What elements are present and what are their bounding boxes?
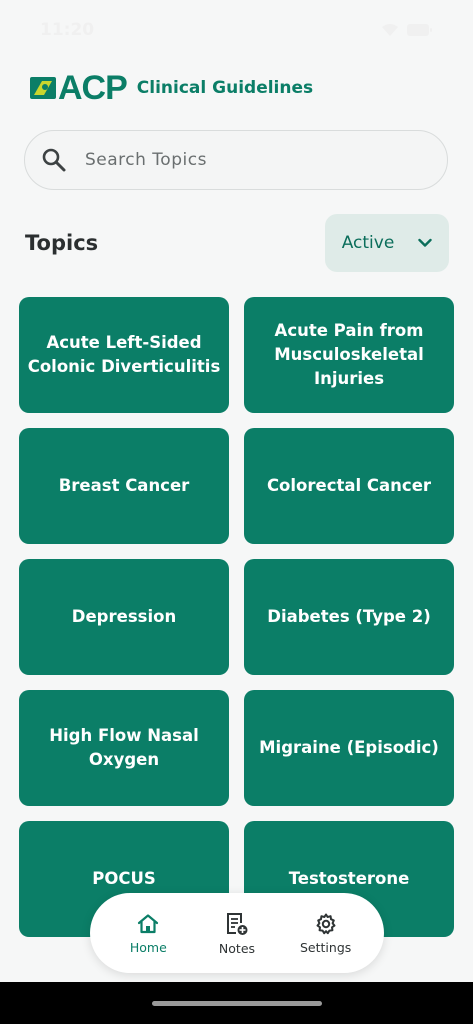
topic-card[interactable]: High Flow Nasal Oxygen [19, 690, 229, 806]
status-time: 11:20 [40, 20, 95, 40]
status-bar: 11:20 [0, 0, 473, 60]
acp-logo-text: ACP [58, 69, 128, 107]
nav-settings[interactable]: Settings [286, 912, 366, 955]
notes-add-icon [226, 912, 248, 935]
chevron-down-icon [418, 238, 432, 247]
topic-card[interactable]: Acute Left-Sided Colonic Diverticulitis [19, 297, 229, 413]
brand-header: ACP Clinical Guidelines [30, 69, 314, 107]
topic-card[interactable]: Migraine (Episodic) [244, 690, 454, 806]
topic-card-label: Diabetes (Type 2) [267, 607, 431, 626]
topic-card[interactable]: Colorectal Cancer [244, 428, 454, 544]
topic-card[interactable]: Depression [19, 559, 229, 675]
topic-card[interactable]: Acute Pain from Musculoskeletal Injuries [244, 297, 454, 413]
status-icons [381, 23, 433, 37]
battery-icon [407, 24, 432, 36]
topic-card[interactable]: Breast Cancer [19, 428, 229, 544]
system-nav-bar [0, 982, 473, 1024]
nav-notes[interactable]: Notes [197, 911, 277, 956]
app-subtitle: Clinical Guidelines [136, 78, 314, 98]
topic-card-label: POCUS [92, 869, 156, 888]
search-icon [42, 148, 66, 172]
bottom-nav: Home Notes Settings [90, 893, 384, 973]
topic-card-label: Acute Pain from Musculoskeletal Injuries [274, 321, 424, 388]
gear-icon [316, 913, 336, 934]
topic-card-label: Testosterone [288, 869, 410, 888]
nav-settings-label: Settings [300, 939, 352, 955]
search-bar[interactable] [24, 130, 448, 190]
nav-home-label: Home [129, 939, 167, 955]
topic-card-label: Acute Left-Sided Colonic Diverticulitis [27, 333, 221, 376]
acp-logo-icon [30, 77, 56, 99]
topic-card-label: High Flow Nasal Oxygen [49, 726, 199, 769]
topic-card[interactable]: Diabetes (Type 2) [244, 559, 454, 675]
topics-grid: Acute Left-Sided Colonic Diverticulitis … [19, 297, 454, 937]
topic-card-label: Breast Cancer [58, 476, 190, 495]
nav-home[interactable]: Home [108, 912, 188, 955]
home-icon [138, 913, 159, 933]
filter-label: Active [341, 233, 395, 253]
topic-card-label: Colorectal Cancer [266, 476, 432, 495]
topics-title: Topics [25, 231, 99, 255]
topic-card-label: Migraine (Episodic) [259, 738, 439, 757]
wifi-icon [382, 24, 398, 36]
search-input[interactable] [85, 150, 385, 170]
acp-logo: ACP [30, 69, 128, 107]
topic-card-label: Depression [71, 607, 177, 626]
nav-notes-label: Notes [218, 940, 256, 956]
status-filter-dropdown[interactable]: Active [325, 214, 449, 272]
home-indicator[interactable] [151, 1000, 322, 1006]
topics-header: Topics Active [25, 214, 449, 272]
